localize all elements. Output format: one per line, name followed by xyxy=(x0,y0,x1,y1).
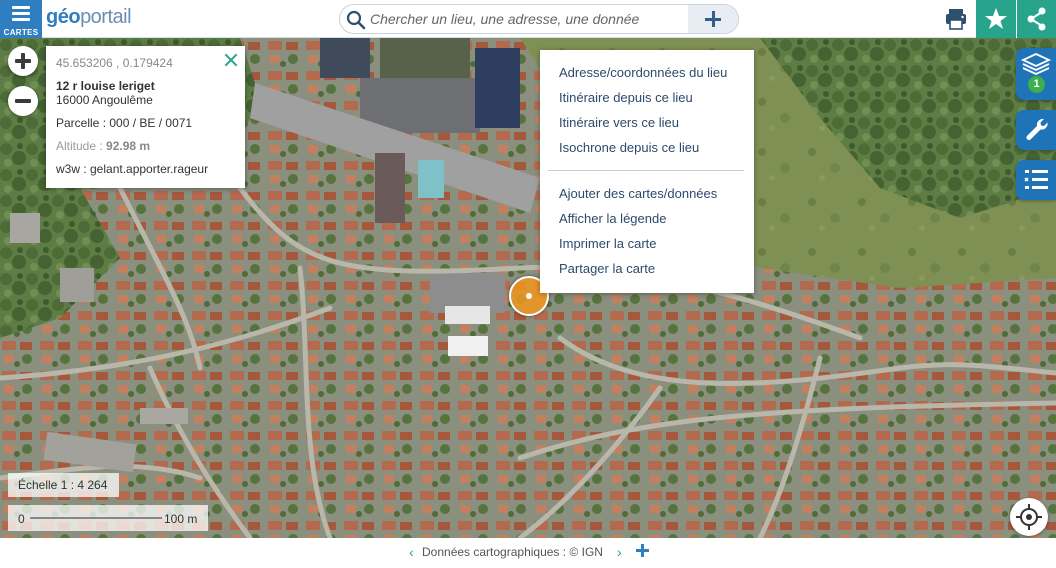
printer-icon xyxy=(946,9,966,30)
legend-button[interactable] xyxy=(1016,160,1056,200)
print-button[interactable] xyxy=(936,0,976,38)
menu-item-address-coordinates[interactable]: Adresse/coordonnées du lieu xyxy=(559,63,727,83)
scale-distance: 100 m xyxy=(164,512,198,526)
menu-item-route-from[interactable]: Itinéraire depuis ce lieu xyxy=(559,88,693,108)
menu-item-print-map[interactable]: Imprimer la carte xyxy=(559,234,657,254)
search-bar xyxy=(339,4,739,34)
tools-button[interactable] xyxy=(1016,110,1056,150)
star-icon xyxy=(985,8,1007,29)
altitude: Altitude : 92.98 m xyxy=(56,139,151,153)
chevron-left-icon[interactable]: ‹ xyxy=(409,544,414,560)
parcel-info: Parcelle : 000 / BE / 0071 xyxy=(56,116,193,130)
menu-item-isochrone[interactable]: Isochrone depuis ce lieu xyxy=(559,138,699,158)
menu-item-add-maps[interactable]: Ajouter des cartes/données xyxy=(559,184,717,204)
zoom-out-button[interactable] xyxy=(8,86,38,116)
address: 12 r louise leriget xyxy=(56,79,155,93)
scale-bar: 0 100 m xyxy=(8,505,208,531)
plus-icon[interactable] xyxy=(636,544,649,557)
what3words: w3w : gelant.apporter.rageur xyxy=(56,162,209,176)
attribution-text: Données cartographiques : © IGN xyxy=(422,545,603,559)
scale-zero: 0 xyxy=(18,512,25,526)
city: 16000 Angoulême xyxy=(56,93,153,107)
plus-icon[interactable] xyxy=(688,5,738,33)
map-view[interactable]: 45.653206 , 0.179424 12 r louise leriget… xyxy=(0,38,1056,538)
menu-item-route-to[interactable]: Itinéraire vers ce lieu xyxy=(559,113,679,133)
hamburger-icon xyxy=(12,6,30,21)
layer-count-badge: 1 xyxy=(1028,76,1045,93)
context-menu: Adresse/coordonnées du lieu Itinéraire d… xyxy=(540,50,754,293)
locate-button[interactable] xyxy=(1010,498,1048,536)
layers-icon xyxy=(1020,53,1052,75)
chevron-right-icon[interactable]: › xyxy=(617,544,622,560)
close-icon[interactable] xyxy=(224,53,238,67)
scale-line xyxy=(30,517,162,519)
maps-menu-button[interactable]: CARTES xyxy=(0,0,42,38)
wrench-icon xyxy=(1026,118,1048,140)
zoom-in-button[interactable] xyxy=(8,46,38,76)
menu-item-show-legend[interactable]: Afficher la légende xyxy=(559,209,666,229)
scale-ratio: Échelle 1 : 4 264 xyxy=(8,473,119,497)
menu-separator xyxy=(548,170,744,171)
share-button[interactable] xyxy=(1016,0,1056,38)
search-input[interactable] xyxy=(370,8,690,30)
coordinates: 45.653206 , 0.179424 xyxy=(56,56,173,70)
top-bar: CARTES géoportail xyxy=(0,0,1056,38)
geoportail-logo[interactable]: géoportail xyxy=(46,6,132,29)
attribution-bar: ‹ Données cartographiques : © IGN › xyxy=(0,538,1056,568)
search-icon[interactable] xyxy=(346,10,366,30)
menu-label: CARTES xyxy=(3,28,39,37)
layers-button[interactable]: 1 xyxy=(1016,48,1056,100)
crosshair-icon xyxy=(1016,504,1042,530)
favorites-button[interactable] xyxy=(976,0,1016,38)
menu-item-share-map[interactable]: Partager la carte xyxy=(559,259,655,279)
share-icon xyxy=(1027,7,1046,31)
location-info-popup: 45.653206 , 0.179424 12 r louise leriget… xyxy=(46,46,245,188)
legend-list-icon xyxy=(1024,170,1048,189)
